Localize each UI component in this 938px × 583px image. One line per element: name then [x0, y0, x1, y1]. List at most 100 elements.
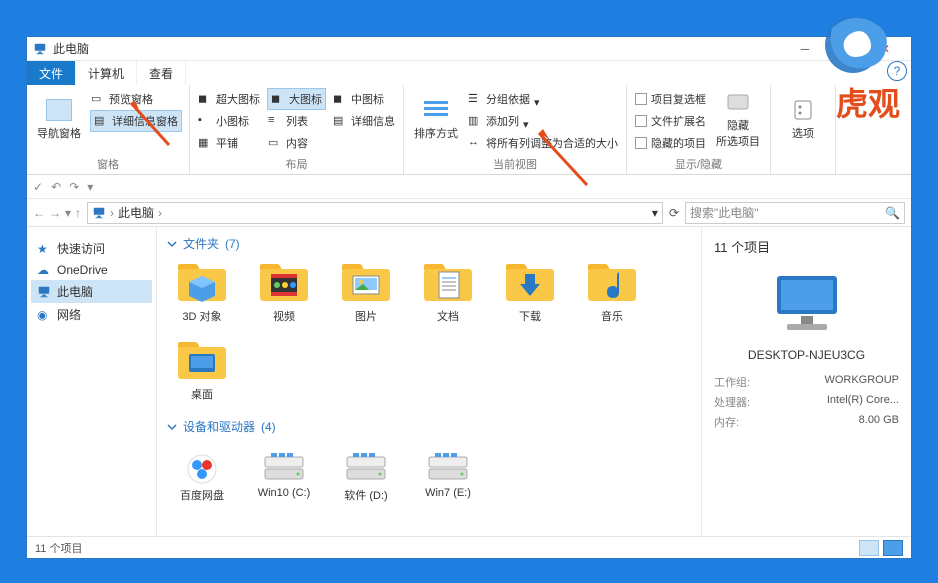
ribbon-group-pane: 导航窗格 ▭ 预览窗格 ▤ 详细信息窗格 窗格 — [27, 85, 190, 174]
star-icon: ★ — [37, 242, 51, 256]
layout-details[interactable]: ▤详细信息 — [333, 111, 395, 131]
3d-folder-icon — [175, 260, 229, 304]
watermark-logo: 虎观 — [808, 10, 928, 130]
nav-quick-access[interactable]: ★ 快速访问 — [31, 237, 152, 260]
breadcrumb-dropdown[interactable]: ▾ — [652, 206, 658, 220]
layout-tiles[interactable]: ▦平铺 — [198, 133, 260, 153]
search-box[interactable]: 搜索"此电脑" 🔍 — [685, 202, 905, 224]
content-pane: 文件夹 (7) 3D 对象 视频 图片 文档 下载音乐桌面 设备和驱动器 (4) 百度网… — [157, 227, 701, 536]
details-property: 工作组:WORKGROUP — [714, 374, 899, 390]
group-by-button[interactable]: ☰分组依据▾ — [468, 89, 618, 109]
nav-pane-button[interactable]: 导航窗格 — [35, 89, 83, 151]
address-bar: ← → ▾ ↑ › 此电脑 › ▾ ⟳ 搜索"此电脑" 🔍 — [27, 199, 911, 227]
folder-item-desktop[interactable]: 桌面 — [167, 338, 237, 402]
folder-item-documents[interactable]: 文档 — [413, 260, 483, 324]
size-all-columns-button[interactable]: ↔将所有列调整为合适的大小 — [468, 133, 618, 153]
folder-label: 3D 对象 — [182, 308, 221, 324]
video-folder-icon — [257, 260, 311, 304]
nav-network[interactable]: ◉ 网络 — [31, 303, 152, 326]
ribbon-group-current-view: 排序方式 ☰分组依据▾ ▥添加列▾ ↔将所有列调整为合适的大小 当前视图 — [404, 85, 627, 174]
breadcrumb[interactable]: › 此电脑 › ▾ — [87, 202, 663, 224]
details-pane: 11 个项目 DESKTOP-NJEU3CG 工作组:WORKGROUP处理器:… — [701, 227, 911, 536]
folder-item-video[interactable]: 视频 — [249, 260, 319, 324]
details-count: 11 个项目 — [714, 237, 899, 256]
tab-computer[interactable]: 计算机 — [76, 61, 137, 85]
folder-label: 音乐 — [601, 308, 623, 324]
nav-tree: ★ 快速访问 ☁ OneDrive 此电脑 ◉ 网络 — [27, 227, 157, 536]
qat-redo-icon[interactable]: ↷ — [69, 180, 79, 194]
ribbon-group-show-hide: 项目复选框 文件扩展名 隐藏的项目 隐藏 所选项目 显示/隐藏 — [627, 85, 771, 174]
folder-label: 文档 — [437, 308, 459, 324]
preview-pane-button[interactable]: ▭ 预览窗格 — [91, 89, 181, 109]
drive-item-2[interactable]: 软件 (D:) — [331, 443, 401, 503]
quick-access-toolbar: ✓ ↶ ↷ ▾ — [27, 175, 911, 199]
add-columns-button[interactable]: ▥添加列▾ — [468, 111, 618, 131]
titlebar: 此电脑 ─ ☐ ✕ — [27, 37, 911, 61]
view-mode-thumbnails[interactable] — [883, 540, 903, 556]
qat-dropdown[interactable]: ▾ — [87, 180, 93, 194]
nav-up-button[interactable]: ↑ — [75, 206, 81, 220]
drive-item-0[interactable]: 百度网盘 — [167, 443, 237, 503]
watermark-text: 虎观 — [836, 86, 900, 122]
tab-file[interactable]: 文件 — [27, 61, 76, 85]
nav-history-dropdown[interactable]: ▾ — [65, 206, 71, 220]
breadcrumb-item[interactable]: 此电脑 — [118, 204, 154, 221]
sort-icon — [422, 99, 450, 121]
details-pane-icon: ▤ — [94, 114, 108, 128]
preview-pane-icon: ▭ — [91, 92, 105, 106]
pc-icon — [37, 285, 51, 299]
ribbon-tabs: 文件 计算机 查看 ? — [27, 61, 911, 85]
drive-item-1[interactable]: Win10 (C:) — [249, 443, 319, 503]
explorer-window: 此电脑 ─ ☐ ✕ 文件 计算机 查看 ? 导航窗格 ▭ 预览窗格 — [26, 36, 912, 559]
folder-item-3d[interactable]: 3D 对象 — [167, 260, 237, 324]
nav-back-button[interactable]: ← — [33, 206, 45, 220]
ribbon: 导航窗格 ▭ 预览窗格 ▤ 详细信息窗格 窗格 ◼超 — [27, 85, 911, 175]
layout-content[interactable]: ▭内容 — [268, 133, 325, 153]
drive-label: 百度网盘 — [180, 487, 224, 503]
folder-label: 桌面 — [191, 386, 213, 402]
view-mode-details[interactable] — [859, 540, 879, 556]
layout-large[interactable]: ◼大图标 — [268, 89, 325, 109]
status-bar: 11 个项目 — [27, 536, 911, 558]
nav-this-pc[interactable]: 此电脑 — [31, 280, 152, 303]
file-extensions-toggle[interactable]: 文件扩展名 — [635, 111, 706, 131]
layout-list[interactable]: ≡列表 — [268, 111, 325, 131]
folder-label: 图片 — [355, 308, 377, 324]
music-folder-icon — [585, 260, 639, 304]
pc-icon — [92, 206, 106, 220]
folder-item-pictures[interactable]: 图片 — [331, 260, 401, 324]
layout-small[interactable]: ▪小图标 — [198, 111, 260, 131]
sort-button[interactable]: 排序方式 — [412, 89, 460, 151]
hide-icon — [724, 91, 752, 113]
nav-forward-button[interactable]: → — [49, 206, 61, 220]
layout-extra-large[interactable]: ◼超大图标 — [198, 89, 260, 109]
details-property: 处理器:Intel(R) Core... — [714, 394, 899, 410]
hidden-items-toggle[interactable]: 隐藏的项目 — [635, 133, 706, 153]
section-folders-header[interactable]: 文件夹 (7) — [167, 235, 691, 252]
drive-icon — [339, 443, 393, 483]
window-title: 此电脑 — [53, 40, 89, 57]
section-devices-header[interactable]: 设备和驱动器 (4) — [167, 418, 691, 435]
refresh-button[interactable]: ⟳ — [669, 206, 679, 220]
folder-label: 视频 — [273, 308, 295, 324]
folder-item-music[interactable]: 音乐 — [577, 260, 647, 324]
details-pane-button[interactable]: ▤ 详细信息窗格 — [91, 111, 181, 131]
ribbon-group-label-layout: 布局 — [198, 156, 395, 172]
qat-check-icon[interactable]: ✓ — [33, 180, 43, 194]
folder-item-downloads[interactable]: 下载 — [495, 260, 565, 324]
layout-medium[interactable]: ◼中图标 — [333, 89, 395, 109]
drive-icon — [421, 443, 475, 483]
desktop-folder-icon — [175, 338, 229, 382]
tab-view[interactable]: 查看 — [137, 61, 186, 85]
cloud-icon: ☁ — [37, 263, 51, 277]
drive-item-3[interactable]: Win7 (E:) — [413, 443, 483, 503]
ribbon-group-label-options — [779, 156, 827, 172]
status-item-count: 11 个项目 — [35, 540, 82, 556]
qat-undo-icon[interactable]: ↶ — [51, 180, 61, 194]
hide-selected-button[interactable]: 隐藏 所选项目 — [714, 89, 762, 151]
ribbon-group-label-pane: 窗格 — [35, 156, 181, 172]
drive-label: 软件 (D:) — [344, 487, 387, 503]
search-icon: 🔍 — [885, 206, 900, 220]
nav-onedrive[interactable]: ☁ OneDrive — [31, 260, 152, 280]
item-checkboxes-toggle[interactable]: 项目复选框 — [635, 89, 706, 109]
